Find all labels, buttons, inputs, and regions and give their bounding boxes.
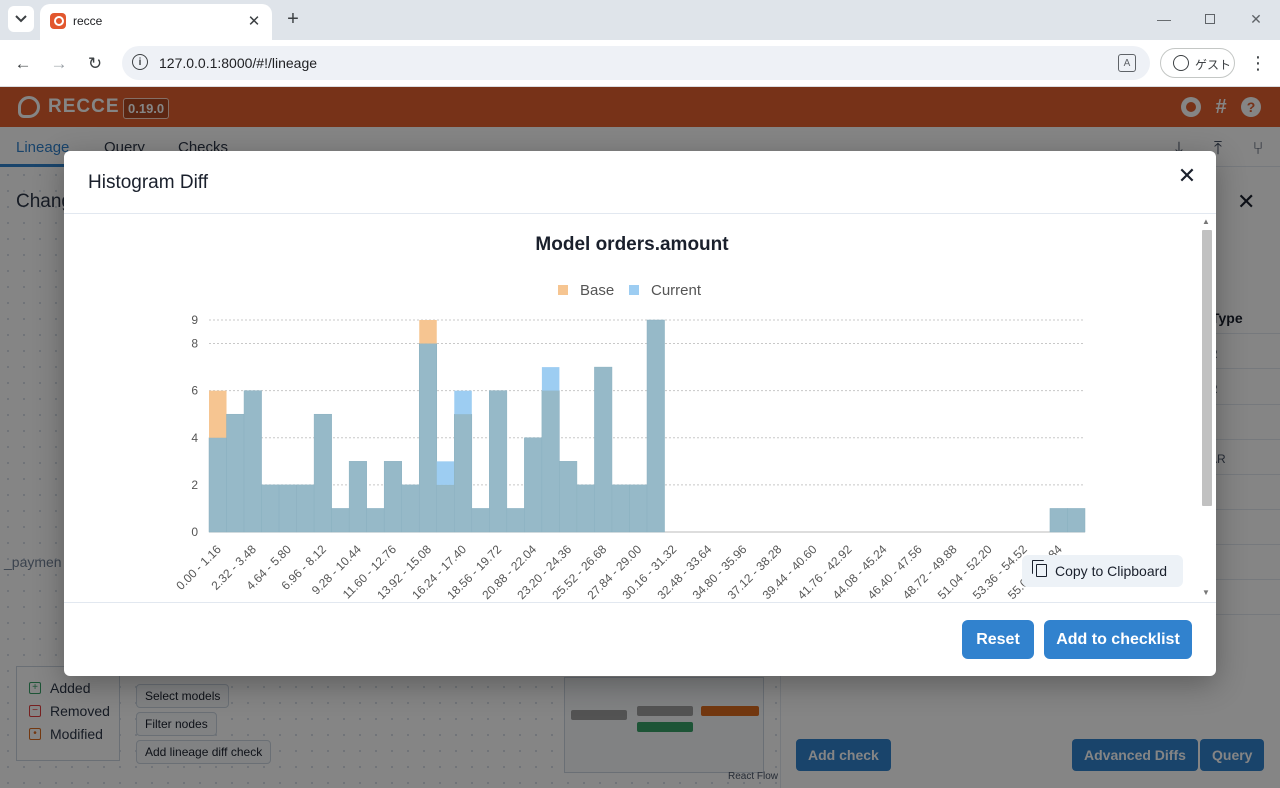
address-bar: ← → ↻ i 127.0.0.1:8000/#!/lineage A ゲスト … (0, 40, 1280, 87)
maximize-icon[interactable] (1200, 9, 1220, 29)
current-excess-bar[interactable] (541, 367, 560, 391)
histogram-bar[interactable] (261, 484, 280, 533)
legend-current-swatch (629, 285, 639, 295)
copy-to-clipboard-button[interactable]: Copy to Clipboard (1022, 555, 1183, 587)
window-close-icon[interactable]: ✕ (1246, 9, 1266, 29)
modal-footer-divider (64, 602, 1216, 603)
chart-title: Model orders.amount (535, 234, 729, 255)
omnibox[interactable]: i 127.0.0.1:8000/#!/lineage A (122, 46, 1150, 80)
legend-base-label[interactable]: Base (580, 282, 614, 299)
histogram-bar[interactable] (331, 508, 350, 533)
close-modal-icon[interactable]: ✕ (1174, 163, 1200, 189)
histogram-bar[interactable] (1049, 508, 1068, 533)
scroll-up-icon[interactable]: ▲ (1201, 217, 1211, 227)
browser-tabstrip: recce ✕ + — ✕ (0, 0, 1280, 40)
minimize-icon[interactable]: — (1154, 9, 1174, 29)
y-tick-label: 2 (191, 478, 198, 492)
tab-title: recce (73, 14, 103, 28)
site-info-icon[interactable]: i (132, 54, 148, 70)
histogram-diff-modal: Histogram Diff ✕ Model orders.amount Bas… (64, 151, 1216, 676)
histogram-bar[interactable] (383, 461, 402, 533)
recce-favicon-icon (50, 13, 66, 29)
translate-icon[interactable]: A (1118, 54, 1136, 72)
histogram-bar[interactable] (348, 461, 367, 533)
histogram-bar[interactable] (489, 390, 508, 533)
histogram-bar[interactable] (1067, 508, 1086, 533)
tab-search-button[interactable] (8, 6, 34, 32)
histogram-bar[interactable] (418, 343, 438, 533)
histogram-chart: Model orders.amount Base Current 024689 … (173, 234, 1086, 602)
current-excess-bar[interactable] (436, 461, 455, 485)
histogram-bar[interactable] (436, 484, 455, 533)
histogram-bar[interactable] (576, 484, 595, 533)
histogram-bar[interactable] (471, 508, 490, 533)
add-to-checklist-button[interactable]: Add to checklist (1044, 620, 1192, 659)
current-excess-bar[interactable] (454, 390, 472, 415)
new-tab-icon[interactable]: + (281, 7, 305, 31)
browser-tab[interactable]: recce ✕ (40, 4, 272, 40)
histogram-bar[interactable] (559, 461, 578, 533)
copy-to-clipboard-label: Copy to Clipboard (1055, 563, 1168, 579)
histogram-bar[interactable] (646, 319, 665, 533)
modal-title: Histogram Diff (88, 172, 209, 193)
histogram-bar[interactable] (454, 413, 473, 533)
forward-arrow-icon[interactable]: → (47, 52, 71, 76)
chevron-down-icon (15, 15, 27, 23)
histogram-bar[interactable] (313, 413, 332, 533)
base-excess-bar[interactable] (419, 320, 437, 344)
chart-scrollbar[interactable]: ▲ ▼ (1198, 214, 1214, 602)
profile-label: ゲスト (1195, 58, 1232, 72)
histogram-bar[interactable] (506, 508, 525, 533)
y-tick-label: 6 (191, 384, 198, 398)
histogram-bar[interactable] (226, 413, 245, 533)
legend-base-swatch (558, 285, 568, 295)
histogram-bar[interactable] (208, 437, 227, 533)
copy-icon (1032, 560, 1047, 577)
histogram-bar[interactable] (541, 390, 560, 533)
base-excess-bar[interactable] (209, 390, 227, 438)
histogram-bar[interactable] (296, 484, 315, 533)
url-text[interactable]: 127.0.0.1:8000/#!/lineage (159, 55, 317, 71)
profile-button[interactable]: ゲスト (1160, 48, 1235, 78)
y-tick-label: 0 (191, 525, 198, 539)
histogram-bar[interactable] (629, 484, 648, 533)
histogram-bar[interactable] (366, 508, 385, 533)
scroll-down-icon[interactable]: ▼ (1201, 588, 1211, 598)
legend-current-label[interactable]: Current (651, 282, 702, 299)
chart-scroll-area[interactable]: Model orders.amount Base Current 024689 … (64, 214, 1198, 602)
y-tick-label: 9 (191, 313, 198, 327)
histogram-bar[interactable] (611, 484, 630, 533)
reset-button[interactable]: Reset (962, 620, 1034, 659)
scrollbar-thumb[interactable] (1202, 230, 1212, 506)
y-tick-label: 4 (191, 431, 198, 445)
histogram-bar[interactable] (278, 484, 297, 533)
close-tab-icon[interactable]: ✕ (244, 11, 264, 31)
reload-icon[interactable]: ↻ (83, 52, 107, 76)
browser-menu-icon[interactable]: ⋮ (1248, 53, 1268, 73)
histogram-bar[interactable] (243, 390, 262, 533)
histogram-bar[interactable] (401, 484, 420, 533)
y-tick-label: 8 (191, 337, 198, 351)
histogram-bar[interactable] (594, 366, 613, 533)
back-arrow-icon[interactable]: ← (11, 52, 35, 76)
histogram-bar[interactable] (524, 437, 543, 533)
profile-icon (1173, 55, 1189, 71)
